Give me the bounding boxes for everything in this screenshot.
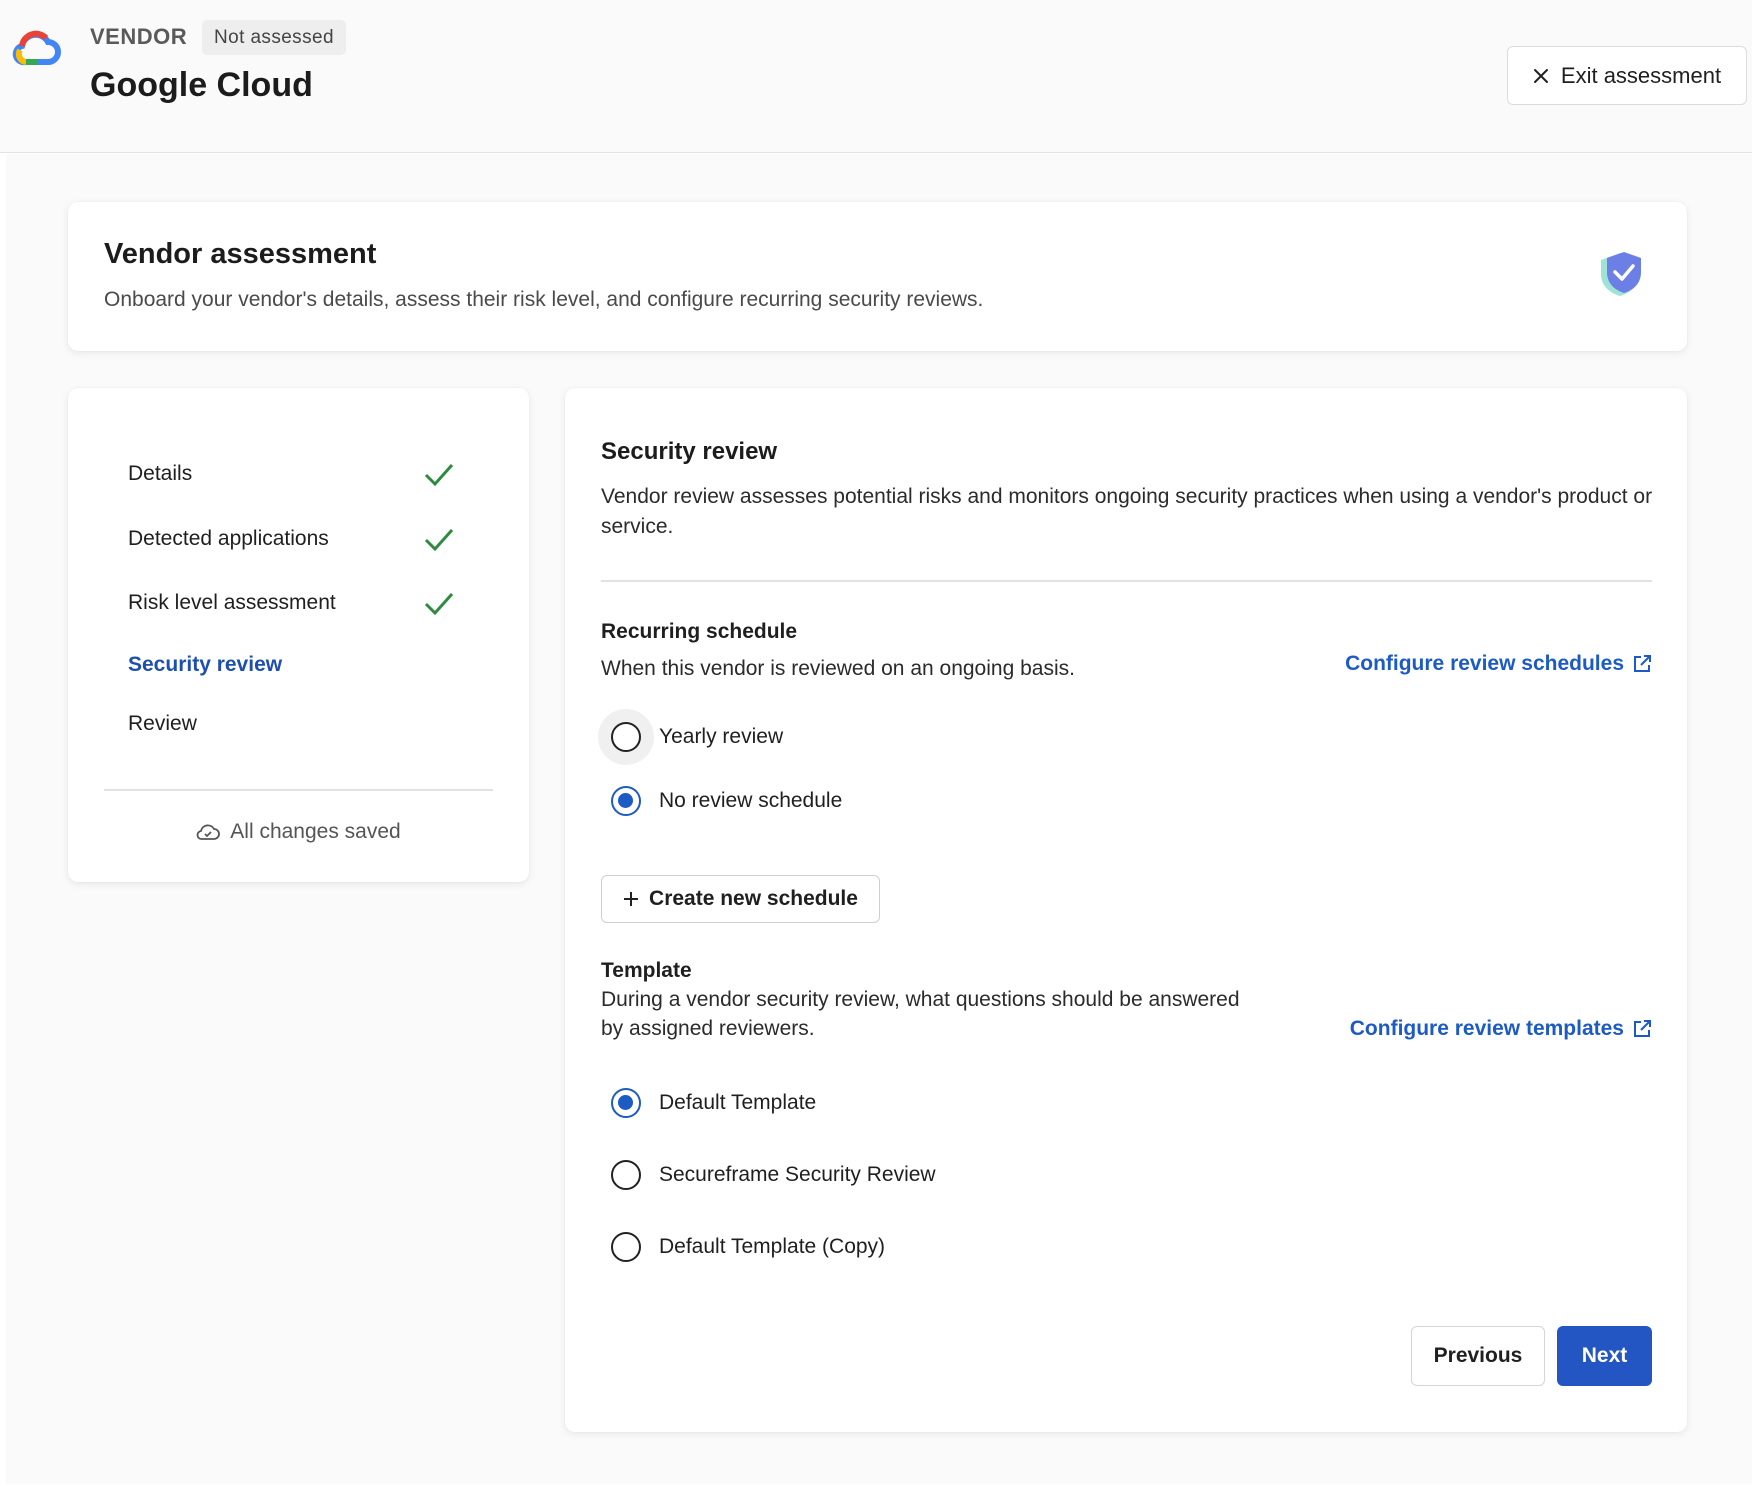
radio-label: No review schedule: [659, 789, 843, 812]
radio-default-template-copy[interactable]: Default Template (Copy): [611, 1227, 885, 1267]
step-label: Review: [128, 712, 197, 735]
link-label: Configure review schedules: [1345, 652, 1624, 675]
checkmark-icon: [424, 528, 454, 552]
configure-review-schedules-link[interactable]: Configure review schedules: [1345, 652, 1652, 676]
previous-button[interactable]: Previous: [1411, 1326, 1545, 1386]
top-bar: VENDOR Not assessed Google Cloud Exit as…: [0, 0, 1752, 153]
radio-button[interactable]: [611, 1232, 641, 1262]
step-risk-level-assessment[interactable]: Risk level assessment: [128, 583, 488, 623]
external-link-icon: [1634, 655, 1651, 672]
external-link-icon: [1634, 1020, 1651, 1037]
cloud-check-icon: [196, 824, 221, 840]
radio-no-review-schedule[interactable]: No review schedule: [611, 781, 842, 821]
radio-label: Default Template (Copy): [659, 1235, 886, 1258]
intro-card: Vendor assessment Onboard your vendor's …: [68, 202, 1687, 351]
radio-label: Default Template: [659, 1091, 817, 1114]
vendor-name: Google Cloud: [90, 66, 313, 104]
template-title: Template: [601, 959, 692, 982]
step-label: Risk level assessment: [128, 591, 336, 614]
intro-title: Vendor assessment: [104, 238, 377, 270]
checkmark-icon: [424, 592, 454, 616]
next-button[interactable]: Next: [1557, 1326, 1652, 1386]
radio-wrapper: [598, 709, 654, 765]
steps-card: Details Detected applications Risk level…: [68, 388, 529, 882]
divider: [601, 580, 1652, 582]
close-icon: [1533, 68, 1548, 83]
recurring-schedule-title: Recurring schedule: [601, 620, 798, 643]
template-description: During a vendor security review, what qu…: [601, 988, 1240, 1040]
vendor-label: VENDOR: [90, 24, 188, 49]
step-details[interactable]: Details: [128, 454, 488, 494]
radio-default-template[interactable]: Default Template: [611, 1083, 816, 1123]
exit-assessment-button[interactable]: Exit assessment: [1507, 46, 1747, 105]
create-new-schedule-button[interactable]: Create new schedule: [601, 875, 880, 923]
plus-icon: [624, 892, 639, 906]
section-title: Security review: [601, 438, 778, 465]
link-label: Configure review templates: [1349, 1017, 1624, 1040]
security-review-card: Security review Vendor review assesses p…: [565, 388, 1687, 1432]
step-review[interactable]: Review: [128, 704, 488, 744]
configure-review-templates-link[interactable]: Configure review templates: [1350, 1017, 1652, 1041]
divider: [104, 789, 493, 791]
section-description: Vendor review assesses potential risks a…: [601, 485, 1653, 538]
radio-label: Yearly review: [659, 725, 784, 748]
radio-button[interactable]: [611, 786, 641, 816]
step-security-review[interactable]: Security review: [128, 645, 488, 685]
recurring-schedule-description: When this vendor is reviewed on an ongoi…: [601, 657, 1075, 680]
intro-description: Onboard your vendor's details, assess th…: [104, 288, 984, 311]
create-new-schedule-label: Create new schedule: [649, 887, 858, 910]
radio-secureframe-security-review[interactable]: Secureframe Security Review: [611, 1155, 936, 1195]
step-label: Security review: [128, 653, 283, 676]
save-status: All changes saved: [68, 820, 529, 844]
step-label: Detected applications: [128, 527, 329, 550]
exit-assessment-label: Exit assessment: [1560, 62, 1722, 88]
radio-button[interactable]: [611, 1088, 641, 1118]
save-status-label: All changes saved: [230, 820, 401, 843]
status-badge: Not assessed: [202, 20, 346, 55]
radio-button[interactable]: [611, 722, 641, 752]
step-label: Details: [128, 462, 193, 485]
step-detected-applications[interactable]: Detected applications: [128, 519, 488, 559]
checkmark-icon: [424, 463, 454, 487]
radio-label: Secureframe Security Review: [659, 1163, 936, 1186]
google-cloud-logo: [12, 30, 61, 66]
shield-check-icon: [1601, 252, 1641, 296]
radio-button[interactable]: [611, 1160, 641, 1190]
radio-yearly-review[interactable]: Yearly review: [598, 709, 784, 765]
